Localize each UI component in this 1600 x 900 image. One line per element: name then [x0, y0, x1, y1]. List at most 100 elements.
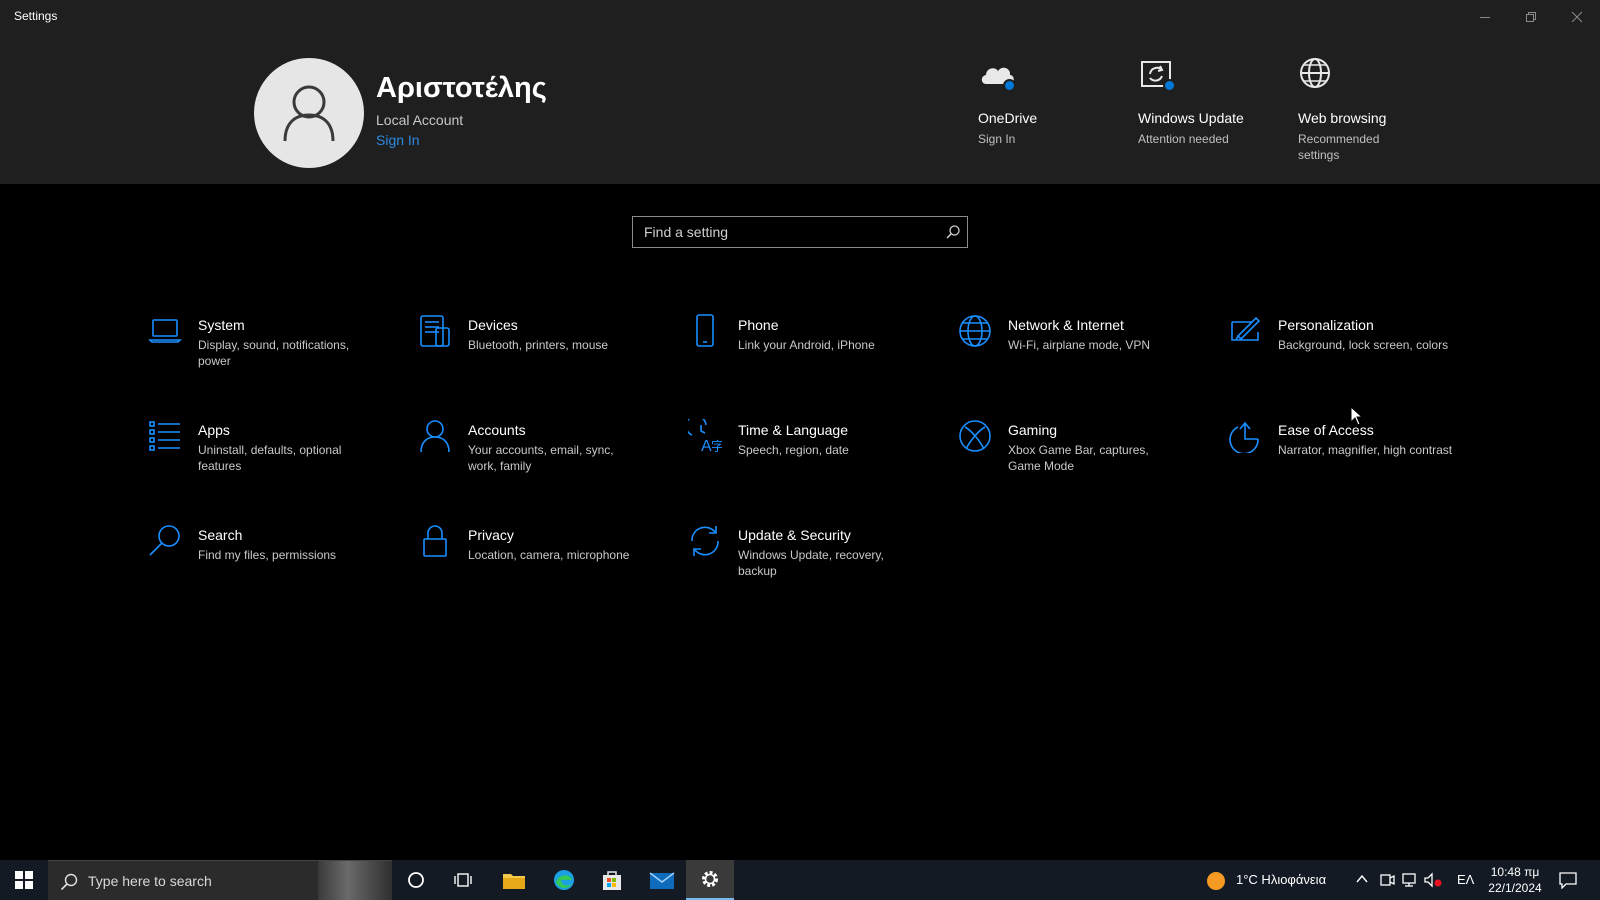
quick-link-onedrive[interactable]: OneDrive Sign In [978, 56, 1128, 147]
svg-text:字: 字 [711, 439, 722, 453]
tile-description: Background, lock screen, colors [1278, 338, 1449, 352]
taskbar: Type here to search 1°C Ηλιοφάνεια ΕΛ 10… [0, 860, 1600, 900]
notification-badge [1163, 79, 1176, 92]
clock-time: 10:48 πμ [1490, 865, 1540, 879]
tile-description: Find my files, permissions [198, 548, 337, 562]
tile-description: Your accounts, email, sync, work, family [468, 443, 614, 473]
search-icon[interactable] [945, 224, 961, 240]
start-button[interactable] [0, 860, 48, 900]
tile-title: Search [198, 527, 243, 543]
tile-apps[interactable]: Apps Uninstall, defaults, optional featu… [148, 419, 398, 499]
tile-personalization[interactable]: Personalization Background, lock screen,… [1228, 314, 1478, 394]
tile-title: Devices [468, 317, 518, 333]
avatar[interactable] [254, 58, 364, 168]
settings-header: Αριστοτέλης Local Account Sign In OneDri… [0, 34, 1600, 184]
tile-description: Wi-Fi, airplane mode, VPN [1008, 338, 1151, 352]
tile-description: Location, camera, microphone [468, 548, 630, 562]
weather-text[interactable]: 1°C Ηλιοφάνεια [1236, 872, 1326, 887]
quick-link-web-browsing[interactable]: Web browsing Recommended settings [1298, 56, 1408, 163]
clock-date: 22/1/2024 [1488, 881, 1542, 895]
tile-ease-of-access[interactable]: Ease of Access Narrator, magnifier, high… [1228, 419, 1478, 499]
restore-button[interactable] [1508, 0, 1554, 34]
folder-icon [503, 874, 525, 889]
tile-description: Bluetooth, printers, mouse [468, 338, 609, 352]
task-view-icon [454, 873, 472, 887]
tile-description: Uninstall, defaults, optional features [198, 443, 342, 473]
search-icon [60, 873, 78, 891]
meet-now-icon[interactable] [1379, 872, 1395, 888]
sign-in-link[interactable]: Sign In [376, 132, 420, 148]
tile-description: Display, sound, notifications, power [198, 338, 350, 368]
language-indicator[interactable]: ΕΛ [1457, 872, 1474, 887]
tile-phone[interactable]: Phone Link your Android, iPhone [688, 314, 938, 394]
quick-link-title: Windows Update [1138, 110, 1244, 126]
tile-title: Personalization [1278, 317, 1374, 333]
tile-network-internet[interactable]: Network & Internet Wi-Fi, airplane mode,… [958, 314, 1208, 394]
tile-search[interactable]: Search Find my files, permissions [148, 524, 398, 604]
edge-icon [554, 870, 574, 890]
quick-link-subtitle: Attention needed [1138, 132, 1229, 146]
tile-title: System [198, 317, 245, 333]
quick-link-subtitle: Recommended settings [1298, 132, 1380, 162]
apps-list-icon [149, 421, 180, 451]
globe-icon [959, 315, 991, 347]
taskbar-clock[interactable]: 10:48 πμ 22/1/2024 [1480, 864, 1550, 896]
lock-icon [423, 525, 447, 557]
xbox-icon [959, 420, 991, 452]
weather-sun-icon[interactable] [1206, 871, 1226, 891]
chevron-up-icon[interactable] [1356, 874, 1368, 884]
tile-title: Network & Internet [1008, 317, 1124, 333]
account-type: Local Account [376, 112, 464, 128]
close-button[interactable] [1554, 0, 1600, 34]
tile-system[interactable]: System Display, sound, notifications, po… [148, 314, 398, 394]
mail-icon [649, 872, 675, 889]
tile-title: Phone [738, 317, 779, 333]
minimize-icon [1480, 17, 1490, 18]
tile-description: Windows Update, recovery, backup [738, 548, 884, 578]
settings-app-button[interactable] [686, 860, 734, 900]
window-title: Settings [14, 9, 58, 23]
tile-description: Xbox Game Bar, captures, Game Mode [1008, 443, 1149, 473]
quick-link-subtitle: Sign In [978, 132, 1016, 146]
title-bar: Settings [0, 0, 1600, 34]
store-button[interactable] [588, 860, 636, 900]
tile-gaming[interactable]: Gaming Xbox Game Bar, captures, Game Mod… [958, 419, 1208, 499]
tile-title: Gaming [1008, 422, 1058, 438]
mail-button[interactable] [638, 860, 686, 900]
refresh-icon [691, 526, 719, 556]
task-view-button[interactable] [440, 860, 488, 900]
taskbar-search-text: Type here to search [88, 873, 212, 889]
tile-update-security[interactable]: Update & Security Windows Update, recove… [688, 524, 938, 604]
ease-of-access-icon [1229, 421, 1259, 455]
network-icon[interactable] [1402, 872, 1420, 888]
store-icon [603, 871, 621, 890]
time-language-icon: A 字 [685, 415, 724, 455]
file-explorer-button[interactable] [490, 860, 538, 900]
cortana-button[interactable] [392, 860, 440, 900]
tile-time-language[interactable]: A 字 Time & Language Speech, region, date [685, 415, 938, 499]
laptop-icon [148, 319, 182, 343]
tile-privacy[interactable]: Privacy Location, camera, microphone [418, 524, 668, 604]
volume-muted-icon[interactable] [1424, 872, 1442, 888]
minimize-button[interactable] [1462, 0, 1508, 34]
search-highlight-image [318, 861, 392, 900]
tile-title: Accounts [468, 422, 526, 438]
quick-link-title: OneDrive [978, 110, 1038, 126]
tile-description: Speech, region, date [738, 443, 849, 457]
find-setting-input[interactable] [633, 217, 933, 247]
taskbar-search-box[interactable]: Type here to search [48, 860, 392, 900]
tile-devices[interactable]: Devices Bluetooth, printers, mouse [418, 314, 668, 394]
user-name: Αριστοτέλης [376, 72, 547, 104]
search-icon [149, 525, 180, 556]
quick-link-windows-update[interactable]: Windows Update Attention needed [1138, 56, 1288, 147]
mouse-cursor-icon [1350, 406, 1364, 426]
notifications-icon[interactable] [1558, 871, 1578, 889]
tile-title: Privacy [468, 527, 514, 543]
keyboard-icon [420, 315, 450, 347]
find-setting-box[interactable] [632, 216, 968, 248]
quick-link-title: Web browsing [1298, 110, 1387, 126]
notification-badge [1003, 79, 1016, 92]
edge-browser-button[interactable] [540, 860, 588, 900]
tile-accounts[interactable]: Accounts Your accounts, email, sync, wor… [418, 419, 668, 499]
restore-icon [1526, 12, 1536, 22]
